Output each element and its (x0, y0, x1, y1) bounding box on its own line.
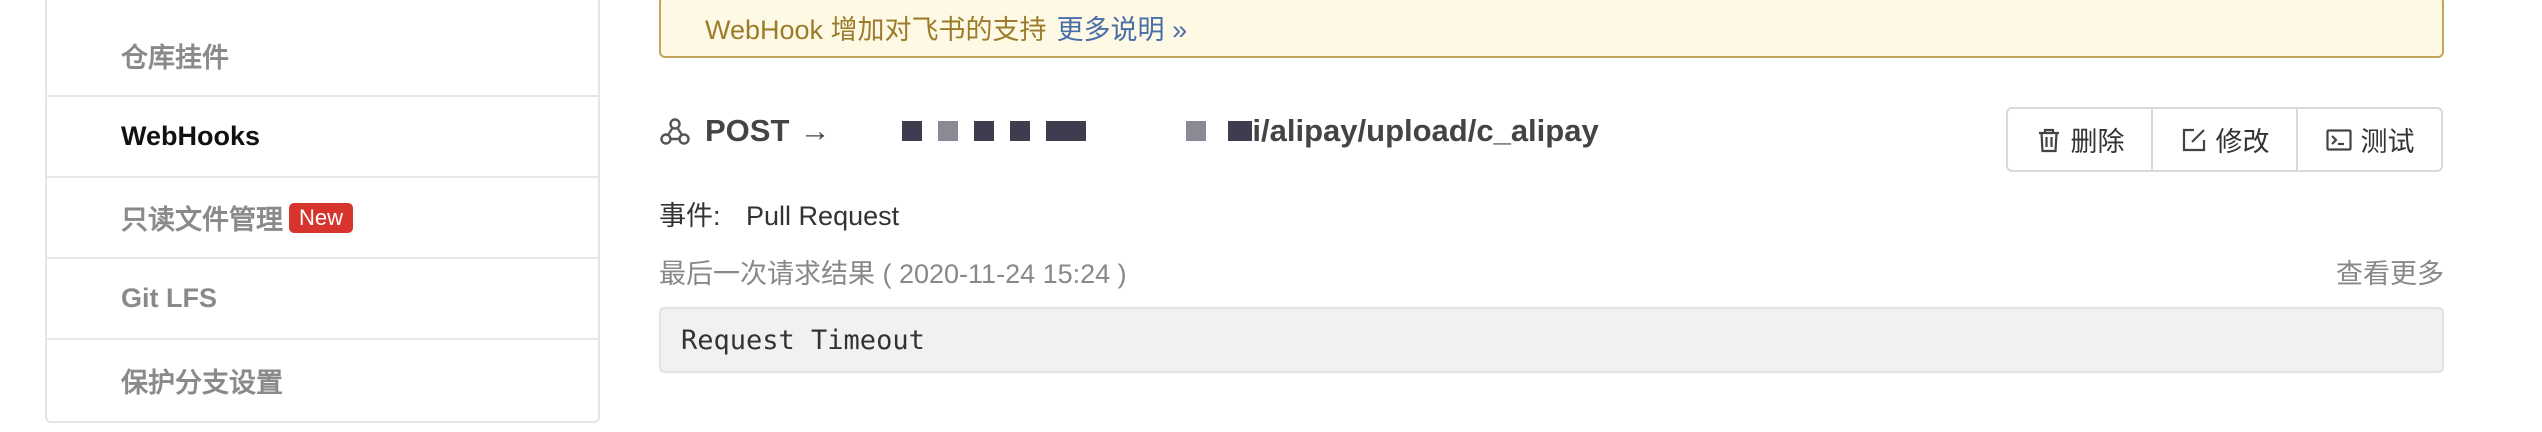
sidebar-item-label: 仓库挂件 (121, 43, 229, 73)
sidebar-item-readonly-files[interactable]: 只读文件管理 New (47, 178, 598, 259)
events-value: Pull Request (746, 201, 900, 231)
settings-sidebar: 仓库挂件 WebHooks 只读文件管理 New Git LFS 保护分支设置 (45, 0, 600, 423)
terminal-icon (2325, 128, 2352, 151)
trash-icon (2038, 128, 2059, 152)
notice-text: WebHook 增加对飞书的支持 (705, 14, 1047, 45)
sidebar-item-label: WebHooks (121, 121, 261, 151)
redacted-url (902, 121, 1253, 141)
test-label: 测试 (2360, 127, 2415, 157)
see-more-link[interactable]: 查看更多 (2336, 252, 2444, 291)
sidebar-item-label: 只读文件管理 (121, 205, 283, 235)
webhook-events: 事件: Pull Request (659, 194, 899, 233)
sidebar-item-webhooks[interactable]: WebHooks (47, 97, 598, 178)
edit-button[interactable]: 修改 (2153, 109, 2298, 170)
test-button[interactable]: 测试 (2298, 109, 2441, 170)
result-text: Request Timeout (681, 324, 925, 356)
notice-more-link[interactable]: 更多说明 » (1057, 8, 1188, 47)
webhook-actions: 删除 修改 测试 (2006, 107, 2443, 172)
sidebar-item-label: Git LFS (121, 283, 217, 313)
edit-icon (2182, 128, 2205, 151)
edit-label: 修改 (2215, 127, 2270, 157)
arrow-icon: → (799, 113, 831, 148)
last-request-label: 最后一次请求结果 ( 2020-11-24 15:24 ) (659, 259, 1127, 289)
events-label: 事件: (659, 201, 721, 231)
request-result-box: Request Timeout (659, 307, 2444, 373)
webhook-url: i/alipay/upload/c_alipay (1252, 113, 1599, 148)
new-badge: New (289, 202, 354, 233)
feature-notice: WebHook 增加对飞书的支持 更多说明 » (659, 0, 2444, 58)
http-method: POST (705, 113, 790, 148)
sidebar-item-git-lfs[interactable]: Git LFS (47, 259, 598, 340)
sidebar-item-repo-widget[interactable]: 仓库挂件 (47, 0, 598, 97)
sidebar-item-label: 保护分支设置 (121, 368, 283, 398)
webhook-icon (660, 118, 690, 145)
webhook-header: POST → i/alipay/upload/c_alipay (659, 108, 1599, 154)
delete-button[interactable]: 删除 (2008, 109, 2153, 170)
sidebar-item-branch-protection[interactable]: 保护分支设置 (47, 340, 598, 421)
delete-label: 删除 (2070, 127, 2125, 157)
